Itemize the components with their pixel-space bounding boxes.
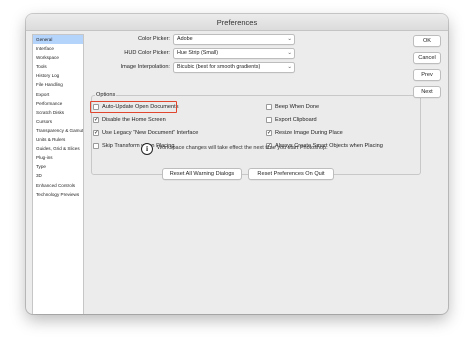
export-clipboard-label: Export Clipboard [275, 117, 317, 123]
hud-color-picker-row: HUD Color Picker: Hue Strip (Small) ⌄ [106, 48, 306, 59]
image-interpolation-value: Bicubic (best for smooth gradients) [177, 64, 261, 70]
sidebar-item-history-log[interactable]: History Log [33, 71, 83, 80]
disable-home-screen-checkbox[interactable]: ✓ [93, 117, 99, 123]
beep-when-done-option[interactable]: Beep When Done [266, 103, 416, 112]
color-picker-row: Color Picker: Adobe ⌄ [106, 34, 306, 45]
image-interpolation-label: Image Interpolation: [120, 64, 170, 70]
ok-button[interactable]: OK [413, 35, 441, 47]
sidebar-item-units-rulers[interactable]: Units & Rulers [33, 135, 83, 144]
beep-when-done-checkbox[interactable] [266, 104, 272, 110]
disable-home-screen-option[interactable]: ✓ Disable the Home Screen [93, 116, 263, 125]
prev-button[interactable]: Prev [413, 69, 441, 81]
color-picker-label: Color Picker: [137, 36, 170, 42]
sidebar-item-guides-grid-slices[interactable]: Guides, Grid & Slices [33, 144, 83, 153]
image-interpolation-row: Image Interpolation: Bicubic (best for s… [106, 62, 306, 73]
sidebar-item-interface[interactable]: Interface [33, 44, 83, 53]
sidebar-item-technology-previews[interactable]: Technology Previews [33, 190, 83, 199]
resize-image-placing-option[interactable]: ✓ Resize Image During Place [266, 129, 416, 138]
legacy-new-document-option[interactable]: ✓ Use Legacy “New Document” Interface [93, 129, 263, 138]
hud-color-picker-select[interactable]: Hue Strip (Small) ⌄ [173, 48, 295, 59]
color-picker-select[interactable]: Adobe ⌄ [173, 34, 295, 45]
preferences-sidebar: General Interface Workspace Tools Histor… [32, 34, 84, 314]
options-group-title: Options [95, 91, 117, 99]
highlight-box [90, 101, 177, 113]
sidebar-item-tools[interactable]: Tools [33, 62, 83, 71]
sidebar-item-export[interactable]: Export [33, 90, 83, 99]
hud-color-picker-label: HUD Color Picker: [124, 50, 170, 56]
disable-home-screen-label: Disable the Home Screen [102, 117, 166, 123]
sidebar-item-enhanced-controls[interactable]: Enhanced Controls [33, 181, 83, 190]
sidebar-item-cursors[interactable]: Cursors [33, 117, 83, 126]
resize-image-placing-checkbox[interactable]: ✓ [266, 130, 272, 136]
info-message: Workspace changes will take effect the n… [157, 145, 328, 151]
chevron-down-icon: ⌄ [287, 64, 292, 70]
sidebar-item-3d[interactable]: 3D [33, 171, 83, 180]
resize-image-placing-label: Resize Image During Place [275, 130, 343, 136]
export-clipboard-option[interactable]: Export Clipboard [266, 116, 416, 125]
cancel-button[interactable]: Cancel [413, 52, 441, 64]
sidebar-item-general[interactable]: General [33, 35, 83, 45]
reset-preferences-button[interactable]: Reset Preferences On Quit [248, 168, 334, 180]
next-button[interactable]: Next [413, 86, 441, 98]
skip-transform-checkbox[interactable] [93, 143, 99, 149]
color-picker-value: Adobe [177, 36, 193, 42]
sidebar-item-type[interactable]: Type [33, 162, 83, 171]
hud-color-picker-value: Hue Strip (Small) [177, 50, 219, 56]
info-icon: i [141, 143, 153, 155]
chevron-down-icon: ⌄ [287, 36, 292, 42]
beep-when-done-label: Beep When Done [275, 104, 320, 110]
sidebar-item-transparency-gamut[interactable]: Transparency & Gamut [33, 126, 83, 135]
window-title: Preferences [26, 14, 448, 31]
sidebar-item-plug-ins[interactable]: Plug-ins [33, 153, 83, 162]
preferences-window: Preferences General Interface Workspace … [26, 14, 448, 314]
reset-warning-dialogs-button[interactable]: Reset All Warning Dialogs [162, 168, 242, 180]
legacy-new-document-checkbox[interactable]: ✓ [93, 130, 99, 136]
sidebar-item-scratch-disks[interactable]: Scratch Disks [33, 108, 83, 117]
sidebar-item-file-handling[interactable]: File Handling [33, 80, 83, 89]
sidebar-item-performance[interactable]: Performance [33, 99, 83, 108]
export-clipboard-checkbox[interactable] [266, 117, 272, 123]
image-interpolation-select[interactable]: Bicubic (best for smooth gradients) ⌄ [173, 62, 295, 73]
legacy-new-document-label: Use Legacy “New Document” Interface [102, 130, 199, 136]
chevron-down-icon: ⌄ [287, 50, 292, 56]
sidebar-item-workspace[interactable]: Workspace [33, 53, 83, 62]
